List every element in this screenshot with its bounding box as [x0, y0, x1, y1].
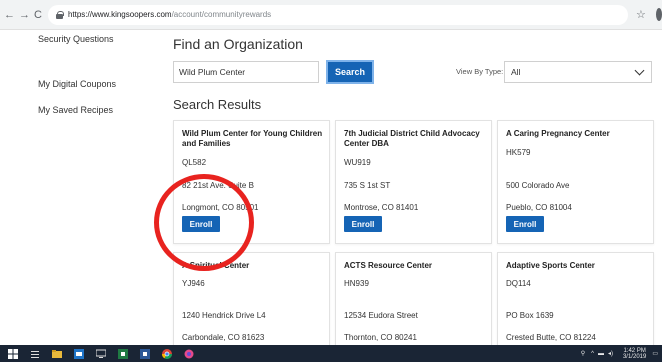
find-organization-heading: Find an Organization [173, 36, 303, 52]
url-host: https://www.kingsoopers.com [67, 10, 172, 19]
windows-start-icon[interactable] [8, 348, 18, 359]
excel-icon[interactable] [118, 348, 128, 359]
task-view-icon[interactable] [30, 349, 40, 359]
organization-name: Wild Plum Center for Young Children and … [182, 129, 323, 148]
search-button[interactable]: Search [326, 60, 374, 84]
organization-address-line2: Carbondale, CO 81623 [182, 333, 265, 342]
view-by-type-select[interactable]: All [504, 61, 652, 83]
enroll-button[interactable]: Enroll [506, 216, 544, 232]
organization-card: ACTS Resource Center HN939 12534 Eudora … [335, 252, 492, 352]
reload-icon[interactable]: C [34, 8, 42, 22]
url-path: /account/communityrewards [171, 10, 272, 19]
organization-name: 7th Judicial District Child Advocacy Cen… [344, 129, 480, 148]
organization-address-line1: PO Box 1639 [506, 311, 554, 320]
organization-card: A Caring Pregnancy Center HK579 500 Colo… [497, 120, 654, 244]
organization-code: YJ946 [182, 279, 205, 288]
chevron-down-icon [634, 65, 645, 76]
sidebar-item-saved-recipes[interactable]: My Saved Recipes [38, 105, 113, 115]
outlook-icon[interactable] [74, 348, 84, 359]
organization-code: WU919 [344, 158, 371, 167]
view-by-type-label: View By Type: [456, 67, 504, 76]
organization-address-line1: 735 S 1st ST [344, 181, 391, 190]
forward-arrow-icon[interactable]: → [19, 8, 30, 22]
app-icon[interactable] [184, 349, 194, 359]
organization-address-line2: Pueblo, CO 81004 [506, 203, 572, 212]
organization-code: DQ114 [506, 279, 531, 288]
system-tray: ⚲ ^ ▬ ◂) 1:42 PM 3/1/2019 ▭ [581, 345, 658, 362]
organization-address-line1: 1240 Hendrick Drive L4 [182, 311, 266, 320]
monitor-icon[interactable] [96, 349, 106, 359]
tray-overflow-icon[interactable]: ^ [591, 351, 594, 357]
organization-name: ACTS Resource Center [344, 261, 433, 270]
people-icon[interactable]: ⚲ [581, 350, 585, 357]
address-bar[interactable]: https://www.kingsoopers.com/account/comm… [47, 4, 628, 25]
file-explorer-icon[interactable] [52, 349, 62, 359]
bookmark-star-icon[interactable]: ☆ [636, 8, 646, 21]
lock-icon [55, 10, 64, 19]
organization-code: HN939 [344, 279, 369, 288]
organization-code: HK579 [506, 148, 531, 157]
clock[interactable]: 1:42 PM 3/1/2019 [623, 348, 646, 360]
word-icon[interactable] [140, 348, 150, 359]
enroll-button[interactable]: Enroll [344, 216, 382, 232]
browser-toolbar: ← → C https://www.kingsoopers.com/accoun… [0, 0, 662, 30]
search-results-heading: Search Results [173, 97, 262, 112]
organization-card: Adaptive Sports Center DQ114 PO Box 1639… [497, 252, 654, 352]
sidebar-item-security-questions[interactable]: Security Questions [38, 34, 114, 44]
notifications-icon[interactable]: ▭ [652, 350, 658, 357]
windows-taskbar: ⚲ ^ ▬ ◂) 1:42 PM 3/1/2019 ▭ [0, 345, 662, 362]
network-icon[interactable]: ▬ [598, 351, 604, 357]
organization-address-line2: Crested Butte, CO 81224 [506, 333, 596, 342]
type-select-value: All [511, 67, 521, 77]
organization-name: Adaptive Sports Center [506, 261, 595, 270]
clock-date: 3/1/2019 [622, 353, 647, 360]
organization-address-line2: Thornton, CO 80241 [344, 333, 417, 342]
organization-card: 7th Judicial District Child Advocacy Cen… [335, 120, 492, 244]
search-input[interactable]: Wild Plum Center [173, 61, 319, 83]
organization-code: QL582 [182, 158, 207, 167]
organization-address-line2: Montrose, CO 81401 [344, 203, 419, 212]
red-annotation-circle [154, 174, 254, 271]
organization-name: A Caring Pregnancy Center [506, 129, 610, 138]
volume-icon[interactable]: ◂) [608, 350, 613, 357]
chrome-icon[interactable] [162, 348, 172, 359]
organization-address-line1: 12534 Eudora Street [344, 311, 418, 320]
profile-avatar-icon[interactable] [655, 8, 662, 21]
sidebar-item-digital-coupons[interactable]: My Digital Coupons [38, 79, 116, 89]
back-arrow-icon[interactable]: ← [4, 8, 15, 22]
organization-address-line1: 500 Colorado Ave [506, 181, 570, 190]
